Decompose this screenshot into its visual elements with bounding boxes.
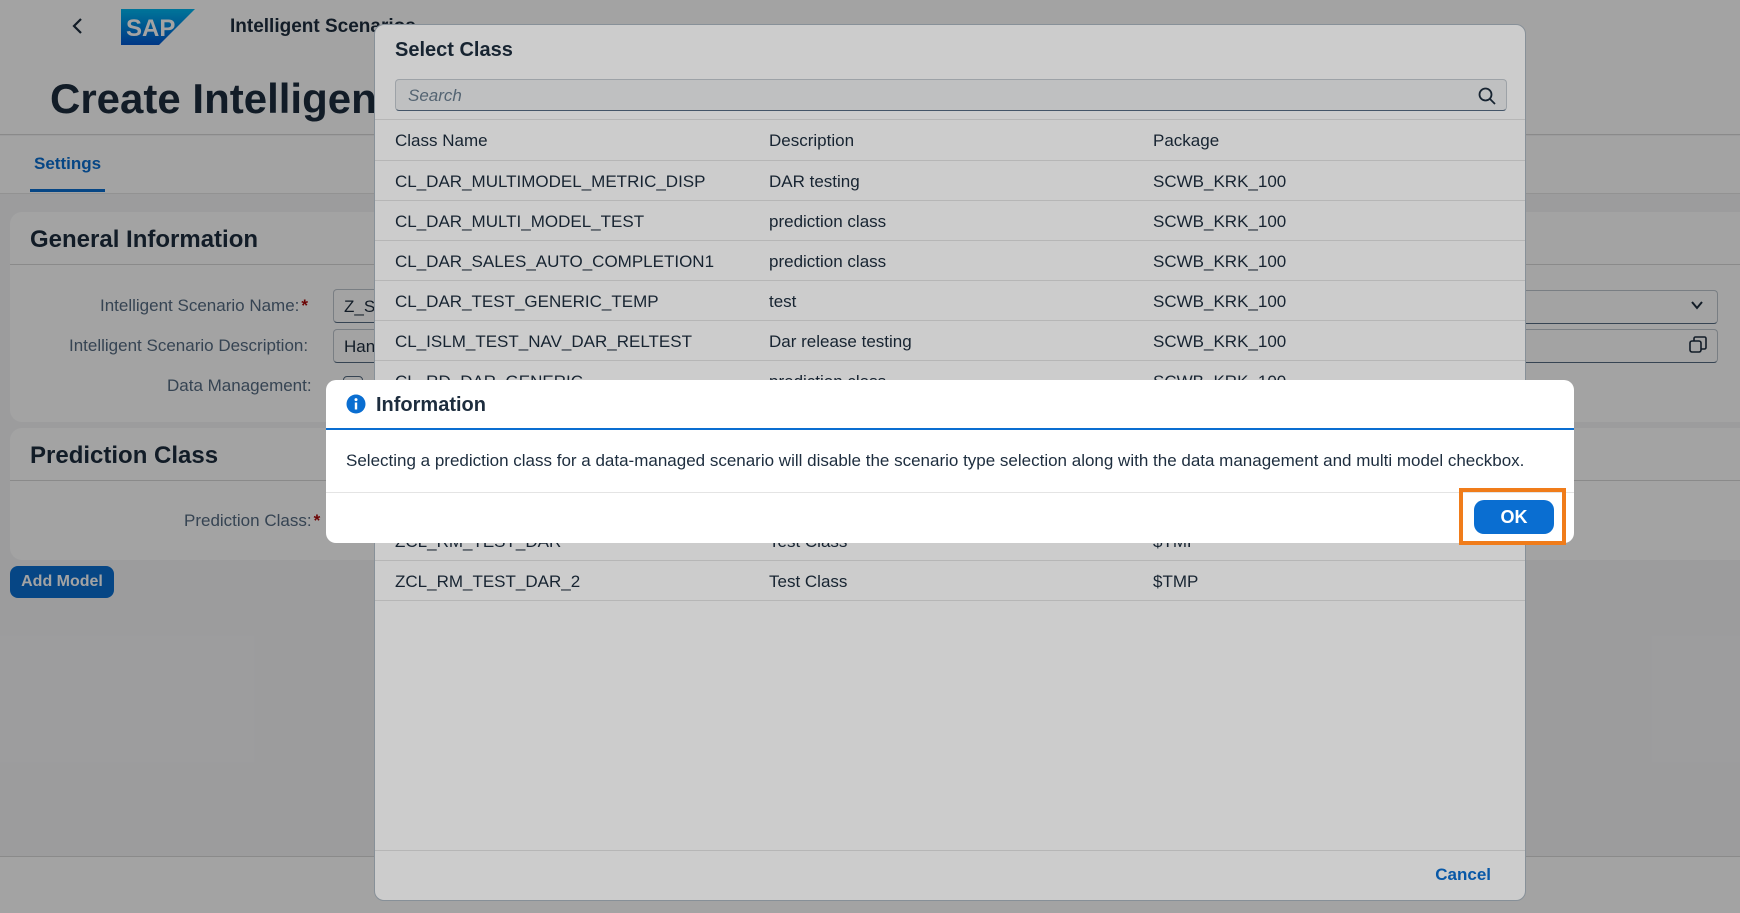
dialog-message: Selecting a prediction class for a data-… <box>346 451 1525 470</box>
ok-button-highlight <box>1459 488 1566 545</box>
dialog-title: Information <box>376 394 486 416</box>
info-icon <box>346 394 366 414</box>
information-dialog: Information Selecting a prediction class… <box>326 380 1574 543</box>
dialog-header: Information <box>326 380 1574 430</box>
dialog-footer <box>326 492 1574 543</box>
